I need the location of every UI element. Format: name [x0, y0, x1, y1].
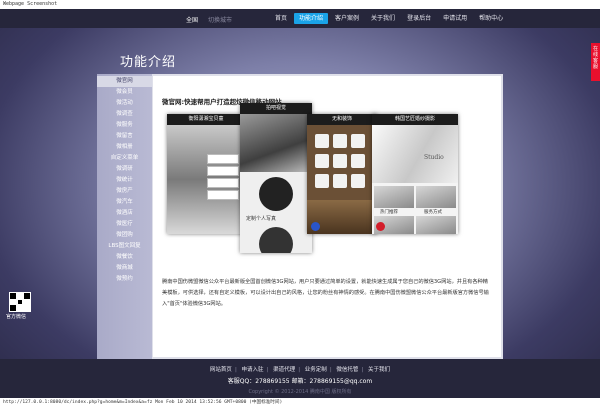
nav-features[interactable]: 功能介绍	[294, 13, 329, 24]
phone-mockup-decor: 无和装饰	[307, 114, 377, 234]
grid-item	[351, 174, 365, 188]
sidebar-item[interactable]: 微留言	[97, 131, 152, 142]
sidebar-item[interactable]: 微相册	[97, 142, 152, 153]
page-stage: 全国 切换城市 首页 功能介绍 客户案例 关于我们 登录后台 申请试用 帮助中心…	[0, 9, 600, 398]
nav-help[interactable]: 帮助中心	[474, 13, 508, 24]
city-label: 全国	[186, 17, 199, 24]
nav-login[interactable]: 登录后台	[402, 13, 436, 24]
grid-item	[333, 174, 347, 188]
footer-link[interactable]: 申请入驻	[242, 367, 264, 373]
phone-title: 韩国艺匠婚纱摄影	[372, 114, 458, 125]
sidebar-item[interactable]: 微餐饮	[97, 252, 152, 263]
phone-title: 拍吧视觉	[240, 103, 312, 114]
menu-cell	[207, 166, 239, 176]
sidebar-item[interactable]: 微调研	[97, 164, 152, 175]
phone-title: 衡阳潇湘宝贝童	[167, 114, 245, 125]
nav-about[interactable]: 关于我们	[366, 13, 400, 24]
qr-code-icon	[9, 292, 31, 312]
main-nav: 首页 功能介绍 客户案例 关于我们 登录后台 申请试用 帮助中心	[270, 13, 510, 24]
feature-content: 微官网:快速帮用户打造超炫微信移动网站 衡阳潇湘宝贝童 拍吧视觉 定制个人写真	[153, 76, 501, 357]
tab-label: 服务方式	[424, 210, 442, 215]
studio-photo	[240, 114, 312, 172]
qr-label: 官方微信	[6, 314, 27, 320]
feature-description: 腾南中国伤微盟微信公众平台最新版全国首创微信3G网站，用户只要通过简单的设置，就…	[162, 279, 489, 307]
page-title: 功能介绍	[120, 55, 177, 70]
sidebar-item[interactable]: 微会员	[97, 87, 152, 98]
nav-cases[interactable]: 客户案例	[330, 13, 364, 24]
footer-link[interactable]: 关于我们	[368, 367, 390, 373]
sidebar-item[interactable]: 微预约	[97, 274, 152, 285]
camera-tile	[259, 227, 293, 253]
phone-mockup-wedding: 韩国艺匠婚纱摄影 Studio 热门推荐 服务方式	[372, 114, 458, 234]
sidebar-item[interactable]: 微汽车	[97, 197, 152, 208]
city-switcher: 全国 切换城市	[186, 15, 240, 24]
top-navbar: 全国 切换城市 首页 功能介绍 客户案例 关于我们 登录后台 申请试用 帮助中心	[0, 9, 600, 28]
tile-caption: 定制个人写真	[246, 216, 277, 222]
nav-home[interactable]: 首页	[270, 13, 292, 24]
camera-tile	[259, 177, 293, 211]
online-service-tab[interactable]: 在线客服	[591, 43, 600, 81]
site-footer: 网站首页 | 申请入驻 | 渠道代理 | 业务定制 | 微信托管 | 关于我们 客服QQ：…	[0, 359, 600, 398]
brand-text: Studio	[424, 154, 444, 161]
phone-mockups: 衡阳潇湘宝贝童 拍吧视觉 定制个人写真 无和装饰 韩国艺匠婚纱摄影 Studio…	[167, 76, 467, 276]
menu-cell	[207, 154, 239, 164]
sidebar-item[interactable]: 微统计	[97, 175, 152, 186]
grid-item	[315, 174, 329, 188]
capture-title: Webpage Screenshot	[0, 0, 600, 9]
sidebar-item[interactable]: 微活动	[97, 98, 152, 109]
footer-link[interactable]: 业务定制	[305, 367, 327, 373]
grid-item	[351, 134, 365, 148]
nav-trial[interactable]: 申请试用	[438, 13, 472, 24]
grid-item	[333, 134, 347, 148]
plus-icon	[376, 222, 385, 231]
menu-grid	[313, 132, 371, 192]
phone-title: 无和装饰	[307, 114, 377, 125]
sidebar-item[interactable]: 微团购	[97, 230, 152, 241]
footer-link[interactable]: 微信托管	[336, 367, 358, 373]
wedding-thumb	[416, 216, 456, 234]
sidebar-item[interactable]: 微酒店	[97, 208, 152, 219]
grid-item	[351, 154, 365, 168]
sidebar-item[interactable]: 微调查	[97, 109, 152, 120]
tab-label: 热门推荐	[380, 210, 398, 215]
sidebar-item[interactable]: 微官网	[97, 76, 152, 87]
footer-link[interactable]: 渠道代理	[273, 367, 295, 373]
footer-links: 网站首页 | 申请入驻 | 渠道代理 | 业务定制 | 微信托管 | 关于我们	[209, 367, 391, 373]
wedding-thumb	[374, 186, 414, 208]
switch-city-link[interactable]: 切换城市	[208, 17, 232, 24]
feature-panel: 微官网 微会员 微活动 微调查 微服务 微留言 微相册 自定义菜单 微调研 微统…	[97, 74, 503, 359]
sidebar-item[interactable]: 微商城	[97, 263, 152, 274]
grid-item	[333, 154, 347, 168]
footer-contact: 客服QQ：278869155 邮箱：278869155@qq.com	[227, 378, 373, 385]
menu-cell	[207, 178, 239, 188]
footer-link[interactable]: 网站首页	[210, 367, 232, 373]
phone-mockup-kids: 衡阳潇湘宝贝童	[167, 114, 245, 234]
footer-copyright: Copyright © 2012-2014 腾南中国 版权所有	[248, 389, 352, 395]
grid-item	[315, 134, 329, 148]
wedding-thumb	[416, 186, 456, 208]
phone-mockup-photo: 拍吧视觉 定制个人写真	[240, 103, 312, 253]
sidebar-item[interactable]: 自定义菜单	[97, 153, 152, 164]
feature-sidebar: 微官网 微会员 微活动 微调查 微服务 微留言 微相册 自定义菜单 微调研 微统…	[97, 74, 152, 359]
grid-item	[315, 154, 329, 168]
sidebar-item[interactable]: 微服务	[97, 120, 152, 131]
wedding-hero	[372, 125, 458, 183]
sidebar-item[interactable]: 微房产	[97, 186, 152, 197]
menu-cell	[207, 190, 239, 200]
sidebar-item[interactable]: 微医疗	[97, 219, 152, 230]
plus-icon	[311, 222, 320, 231]
sidebar-item[interactable]: LBS图文回复	[97, 241, 152, 252]
capture-footer: http://127.0.0.1:8080/dc/index.php?g=hom…	[0, 398, 600, 408]
